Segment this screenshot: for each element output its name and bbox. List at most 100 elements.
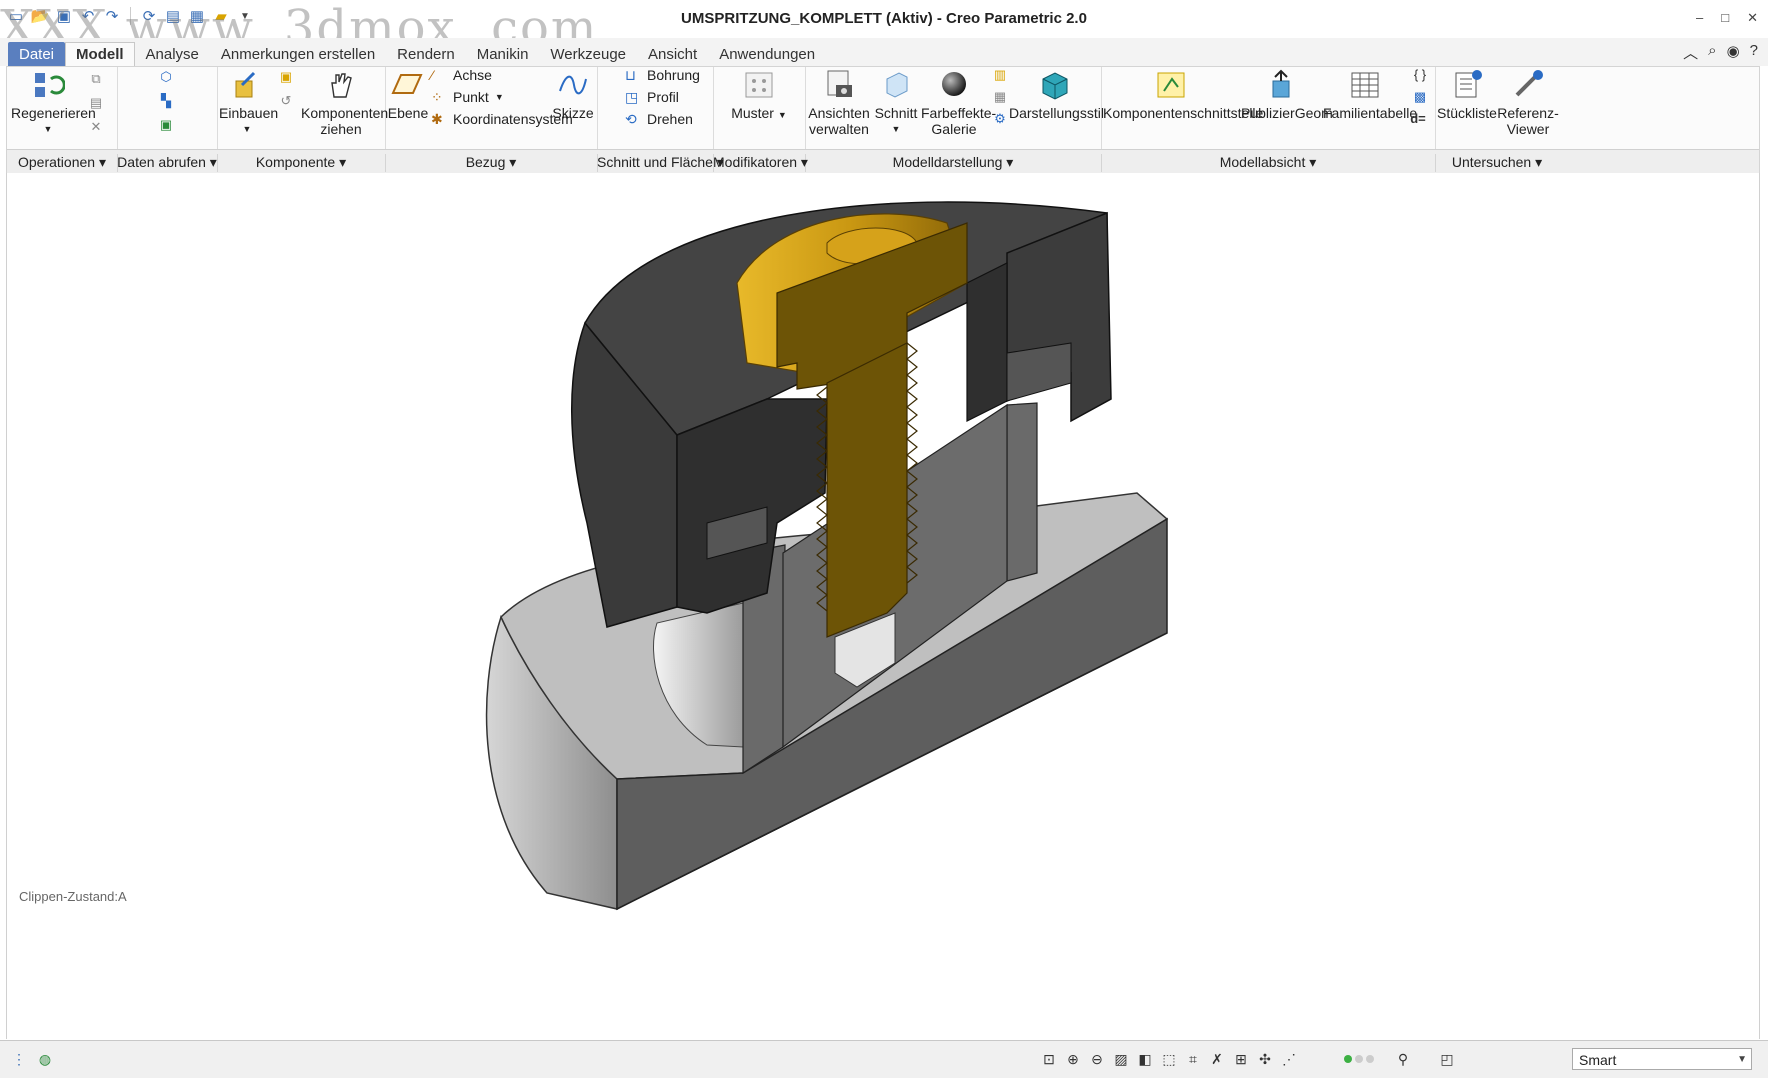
parameters-icon[interactable]: ▩ [1411, 89, 1429, 107]
saved-orientations-icon[interactable]: ⬚ [1160, 1050, 1178, 1068]
tab-analyse[interactable]: Analyse [135, 42, 210, 68]
layer-icon[interactable]: ▦ [991, 89, 1009, 107]
close-button[interactable]: ✕ [1747, 10, 1758, 26]
tab-ansicht[interactable]: Ansicht [637, 42, 708, 68]
tab-anmerkungen[interactable]: Anmerkungen erstellen [210, 42, 386, 68]
community-icon[interactable]: ◉ [1727, 42, 1740, 63]
group-bezug: Ebene ⁄ Achse ⁘ Punkt ▼ ✱ Koordinatensys… [385, 67, 598, 149]
search-icon[interactable]: ⌕ [1708, 42, 1716, 63]
manage-views-icon [827, 70, 852, 97]
ebene-button[interactable]: Ebene [387, 69, 429, 121]
group-label-modifikatoren[interactable]: Modifikatoren ▾ [713, 154, 808, 172]
annotation-display-icon[interactable]: ⊞ [1232, 1050, 1250, 1068]
darstellungsstil-button[interactable]: Darstellungsstil [1009, 69, 1104, 121]
group-label-text: Operationen [18, 154, 96, 170]
display-style-small-icon[interactable]: ⚙ [991, 111, 1009, 129]
repaint-icon[interactable]: ▨ [1112, 1050, 1130, 1068]
assemble-icon [235, 71, 256, 98]
bohrung-button[interactable]: ⊔ Bohrung [625, 67, 700, 83]
group-label-untersuchen[interactable]: Untersuchen ▾ [1435, 154, 1559, 172]
profil-label: Profil [647, 89, 679, 105]
d-equals-icon[interactable]: d= [1409, 111, 1427, 129]
group-schnitt-flaeche: ⊔ Bohrung ◳ Profil ⟲ Drehen [597, 67, 714, 149]
collapse-ribbon-icon[interactable]: ︿ [1683, 42, 1698, 63]
komponentenschnittstelle-button[interactable]: Komponentenschnittstelle [1103, 69, 1263, 121]
graphics-window[interactable]: Clippen-Zustand:A [6, 173, 1760, 1039]
publiziergeom-button[interactable]: PublizierGeom [1241, 69, 1333, 121]
farbeffekte-galerie-button[interactable]: Farbeffekte-Galerie [921, 69, 996, 137]
view-normal-icon[interactable]: ⋰ [1280, 1050, 1298, 1068]
einbauen-button[interactable]: Einbauen ▼ [219, 69, 278, 137]
relations-icon[interactable]: { } [1411, 67, 1429, 85]
punkt-button[interactable]: ⁘ Punkt ▼ [431, 89, 504, 105]
familientabelle-button[interactable]: Familientabelle [1323, 69, 1417, 121]
drehen-button[interactable]: ⟲ Drehen [625, 111, 693, 127]
group-modelldarstellung: Ansichten verwalten Schnitt ▼ Farbeffekt… [805, 67, 1104, 149]
profil-button[interactable]: ◳ Profil [625, 89, 679, 105]
spin-center-icon[interactable]: ✣ [1256, 1050, 1274, 1068]
tab-werkzeuge[interactable]: Werkzeuge [539, 42, 637, 68]
tab-datei[interactable]: Datei [8, 42, 66, 68]
group-operationen: Regenerieren ▼ ⧉ ▤ ✕ [7, 67, 118, 149]
group-modellabsicht: Komponentenschnittstelle PublizierGeom F… [1101, 67, 1436, 149]
publiziergeom-label: PublizierGeom [1241, 105, 1333, 121]
copy-icon[interactable]: ⧉ [87, 71, 105, 89]
drehen-label: Drehen [647, 111, 693, 127]
group-label-text: Untersuchen [1451, 154, 1532, 170]
model-viewport[interactable] [7, 173, 1759, 1039]
publish-geometry-icon [1272, 69, 1290, 98]
group-label-bezug[interactable]: Bezug ▾ [385, 154, 598, 172]
maximize-button[interactable]: □ [1721, 10, 1729, 26]
browser-icon[interactable]: ◍ [36, 1050, 54, 1068]
paste-icon[interactable]: ▤ [87, 95, 105, 113]
group-label-daten-abrufen[interactable]: Daten abrufen ▾ [117, 154, 218, 172]
referenz-viewer-button[interactable]: Referenz-Viewer [1497, 69, 1559, 137]
view-manager-icon[interactable]: ⌗ [1184, 1050, 1202, 1068]
create-component-icon[interactable]: ▣ [277, 69, 295, 87]
delete-icon[interactable]: ✕ [87, 119, 105, 137]
merge-icon[interactable]: ▣ [157, 117, 175, 135]
group-label-schnitt-flaeche[interactable]: Schnitt und Fläche ▾ [597, 154, 724, 172]
ansichten-verwalten-button[interactable]: Ansichten verwalten [805, 69, 873, 137]
group-label-komponente[interactable]: Komponente ▾ [217, 154, 386, 172]
group-label-modelldarstellung[interactable]: Modelldarstellung ▾ [805, 154, 1102, 172]
group-untersuchen: Stückliste Referenz-Viewer [1435, 67, 1559, 149]
dropdown-arrow-icon: ▼ [242, 124, 252, 134]
group-label-operationen[interactable]: Operationen ▾ [7, 154, 118, 172]
regenerieren-button[interactable]: Regenerieren ▼ [11, 69, 96, 137]
minimize-button[interactable]: – [1696, 10, 1703, 26]
copy-geometry-icon[interactable]: ⬡ [157, 69, 175, 87]
csys-icon: ✱ [431, 111, 443, 127]
extrude-icon: ◳ [625, 89, 639, 105]
find-icon[interactable]: ⚲ [1394, 1050, 1412, 1068]
zoom-out-icon[interactable]: ⊖ [1088, 1050, 1106, 1068]
group-modifikatoren: Muster ▼ [713, 67, 806, 149]
tab-modell[interactable]: Modell [65, 42, 135, 67]
schnitt-button[interactable]: Schnitt ▼ [873, 69, 919, 137]
model-tree-icon[interactable]: ⋮ [10, 1050, 28, 1068]
stueckliste-button[interactable]: Stückliste [1437, 69, 1497, 121]
tab-rendern[interactable]: Rendern [386, 42, 466, 68]
tab-manikin[interactable]: Manikin [466, 42, 540, 68]
repeat-icon[interactable]: ↺ [277, 93, 295, 111]
group-label-modellabsicht[interactable]: Modellabsicht ▾ [1101, 154, 1436, 172]
komponenten-ziehen-button[interactable]: Komponenten ziehen [301, 69, 388, 137]
skizze-button[interactable]: Skizze [551, 69, 595, 121]
achse-button[interactable]: ⁄ Achse [431, 67, 492, 83]
help-icon[interactable]: ? [1750, 42, 1758, 63]
datum-display-icon[interactable]: ✗ [1208, 1050, 1226, 1068]
shrinkwrap-icon[interactable]: ▚ [157, 93, 175, 111]
selection-filter-dropdown[interactable]: Smart ▼ [1572, 1048, 1752, 1070]
pattern-icon [745, 72, 773, 98]
status-dot [1366, 1055, 1374, 1063]
refit-icon[interactable]: ⊡ [1040, 1050, 1058, 1068]
muster-button[interactable]: Muster ▼ [721, 69, 797, 123]
tab-anwendungen[interactable]: Anwendungen [708, 42, 826, 68]
darstellungsstil-label: Darstellungsstil [1009, 105, 1104, 121]
view-manager-small-icon[interactable]: ▥ [991, 67, 1009, 85]
selection-box-icon[interactable]: ◰ [1438, 1050, 1456, 1068]
appearance-sphere-icon [942, 72, 966, 96]
point-icon: ⁘ [431, 89, 443, 105]
display-style-icon[interactable]: ◧ [1136, 1050, 1154, 1068]
zoom-in-icon[interactable]: ⊕ [1064, 1050, 1082, 1068]
